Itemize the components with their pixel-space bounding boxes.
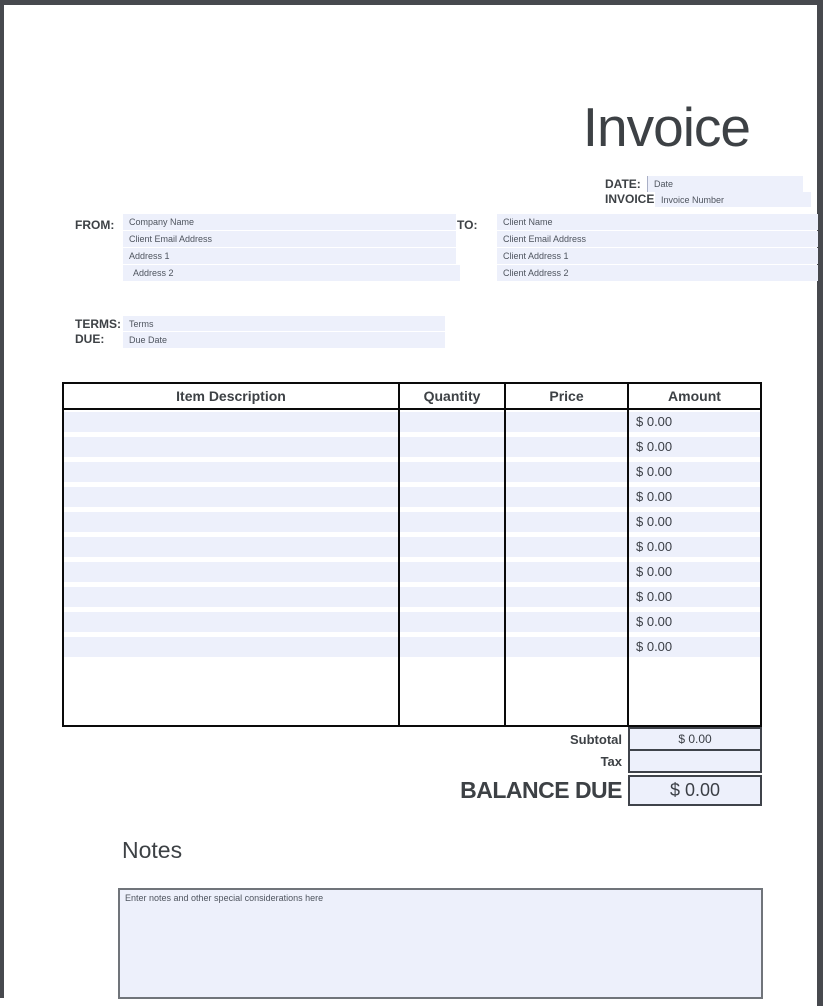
items-table: Item Description Quantity Price Amount $… (62, 382, 762, 727)
invoice-title: Invoice (583, 100, 750, 155)
quantity-cell[interactable] (400, 462, 506, 482)
subtotal-label: Subtotal (400, 732, 622, 747)
price-cell[interactable] (506, 512, 629, 532)
balance-due-value-cell[interactable]: $ 0.00 (628, 775, 762, 806)
table-row: $ 0.00 (64, 462, 760, 482)
to-address1-input[interactable] (497, 248, 818, 264)
from-label: FROM: (75, 218, 114, 232)
to-label: TO: (457, 218, 477, 232)
balance-due-label: BALANCE DUE (400, 777, 622, 804)
quantity-cell[interactable] (400, 587, 506, 607)
amount-cell[interactable]: $ 0.00 (629, 637, 760, 657)
description-cell[interactable] (64, 537, 400, 557)
from-company-name-input[interactable] (123, 214, 456, 230)
quantity-cell[interactable] (400, 437, 506, 457)
price-cell[interactable] (506, 437, 629, 457)
from-address2-input[interactable] (123, 265, 460, 281)
from-fieldset (123, 214, 450, 282)
quantity-cell[interactable] (400, 637, 506, 657)
table-row: $ 0.00 (64, 487, 760, 507)
table-row: $ 0.00 (64, 437, 760, 457)
date-label: DATE: (605, 177, 641, 191)
items-table-body: $ 0.00 $ 0.00 $ 0.00 $ 0.00 $ 0.00 $ 0.0… (64, 410, 760, 725)
description-cell[interactable] (64, 612, 400, 632)
amount-cell[interactable]: $ 0.00 (629, 412, 760, 432)
price-cell[interactable] (506, 562, 629, 582)
table-row: $ 0.00 (64, 412, 760, 432)
table-row: $ 0.00 (64, 612, 760, 632)
header-amount: Amount (629, 384, 760, 408)
quantity-cell[interactable] (400, 512, 506, 532)
tax-label: Tax (400, 754, 622, 769)
terms-input[interactable] (123, 316, 445, 331)
amount-cell[interactable]: $ 0.00 (629, 562, 760, 582)
table-row: $ 0.00 (64, 512, 760, 532)
viewer-frame-left (0, 0, 4, 998)
price-cell[interactable] (506, 487, 629, 507)
invoice-number-input[interactable] (655, 192, 811, 207)
notes-input[interactable] (118, 888, 763, 999)
price-cell[interactable] (506, 637, 629, 657)
date-input[interactable] (647, 176, 803, 192)
to-email-input[interactable] (497, 231, 818, 247)
quantity-cell[interactable] (400, 612, 506, 632)
quantity-cell[interactable] (400, 412, 506, 432)
due-date-input[interactable] (123, 332, 445, 348)
description-cell[interactable] (64, 512, 400, 532)
price-cell[interactable] (506, 537, 629, 557)
viewer-frame-top (0, 0, 823, 5)
description-cell[interactable] (64, 462, 400, 482)
to-client-name-input[interactable] (497, 214, 818, 230)
table-row: $ 0.00 (64, 537, 760, 557)
to-address2-input[interactable] (497, 265, 818, 281)
amount-cell[interactable]: $ 0.00 (629, 612, 760, 632)
amount-cell[interactable]: $ 0.00 (629, 487, 760, 507)
column-divider (504, 410, 506, 725)
amount-cell[interactable]: $ 0.00 (629, 587, 760, 607)
column-divider (398, 410, 400, 725)
subtotal-value-cell[interactable]: $ 0.00 (628, 727, 762, 751)
description-cell[interactable] (64, 412, 400, 432)
description-cell[interactable] (64, 587, 400, 607)
description-cell[interactable] (64, 487, 400, 507)
amount-cell[interactable]: $ 0.00 (629, 512, 760, 532)
from-address1-input[interactable] (123, 248, 456, 264)
items-table-header: Item Description Quantity Price Amount (64, 384, 760, 410)
table-row: $ 0.00 (64, 637, 760, 657)
from-email-input[interactable] (123, 231, 456, 247)
column-divider (627, 410, 629, 725)
price-cell[interactable] (506, 612, 629, 632)
to-fieldset (497, 214, 812, 282)
price-cell[interactable] (506, 587, 629, 607)
viewer-frame-right (817, 0, 823, 1006)
table-row: $ 0.00 (64, 587, 760, 607)
invoice-number-label: INVOICE (605, 192, 654, 206)
description-cell[interactable] (64, 437, 400, 457)
header-price: Price (506, 384, 629, 408)
quantity-cell[interactable] (400, 487, 506, 507)
notes-heading: Notes (122, 837, 182, 864)
quantity-cell[interactable] (400, 562, 506, 582)
quantity-cell[interactable] (400, 537, 506, 557)
description-cell[interactable] (64, 562, 400, 582)
header-item-description: Item Description (64, 384, 400, 408)
due-label: DUE: (75, 332, 104, 346)
description-cell[interactable] (64, 637, 400, 657)
terms-label: TERMS: (75, 317, 121, 331)
header-quantity: Quantity (400, 384, 506, 408)
table-row: $ 0.00 (64, 562, 760, 582)
amount-cell[interactable]: $ 0.00 (629, 462, 760, 482)
amount-cell[interactable]: $ 0.00 (629, 537, 760, 557)
price-cell[interactable] (506, 462, 629, 482)
amount-cell[interactable]: $ 0.00 (629, 437, 760, 457)
tax-value-cell[interactable] (628, 749, 762, 773)
price-cell[interactable] (506, 412, 629, 432)
